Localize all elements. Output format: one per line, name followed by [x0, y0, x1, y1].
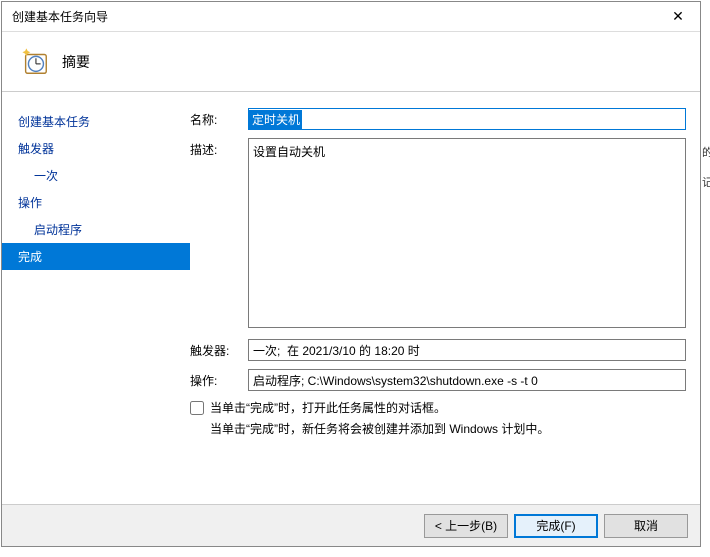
wizard-body: 创建基本任务 触发器 一次 操作 启动程序 完成 名称: 定时关机 描述:: [2, 93, 700, 504]
clock-sparkle-icon: [20, 47, 50, 77]
row-desc: 描述:: [190, 138, 686, 331]
wizard-sidebar: 创建基本任务 触发器 一次 操作 启动程序 完成: [2, 93, 190, 504]
desc-textarea[interactable]: [248, 138, 686, 328]
finish-button[interactable]: 完成(F): [514, 514, 598, 538]
back-button[interactable]: < 上一步(B): [424, 514, 508, 538]
titlebar: 创建基本任务向导 ✕: [2, 2, 700, 32]
sidebar-item-create[interactable]: 创建基本任务: [16, 108, 190, 135]
open-properties-checkbox[interactable]: [190, 401, 204, 415]
action-value: [248, 369, 686, 391]
background-fragment: 的 记: [702, 92, 710, 192]
trigger-value: [248, 339, 686, 361]
close-icon[interactable]: ✕: [664, 8, 692, 25]
window-title: 创建基本任务向导: [12, 8, 108, 25]
label-name: 名称:: [190, 108, 248, 130]
row-name: 名称: 定时关机: [190, 108, 686, 130]
sidebar-item-once[interactable]: 一次: [16, 162, 190, 189]
info-text: 当单击“完成”时，新任务将会被创建并添加到 Windows 计划中。: [210, 420, 686, 437]
sidebar-item-finish[interactable]: 完成: [2, 243, 190, 270]
wizard-window: 创建基本任务向导 ✕ 摘要 创建基本任务 触发器 一次 操作 启动程序 完成 名…: [1, 1, 701, 547]
label-action: 操作:: [190, 369, 248, 391]
row-trigger: 触发器:: [190, 339, 686, 361]
row-action: 操作:: [190, 369, 686, 391]
sidebar-item-action[interactable]: 操作: [16, 189, 190, 216]
row-openprops: 当单击“完成”时，打开此任务属性的对话框。: [190, 399, 686, 416]
cancel-button[interactable]: 取消: [604, 514, 688, 538]
open-properties-label: 当单击“完成”时，打开此任务属性的对话框。: [210, 399, 446, 416]
wizard-content: 名称: 定时关机 描述: 触发器: 操作:: [190, 93, 700, 504]
name-input[interactable]: [248, 108, 686, 130]
label-desc: 描述:: [190, 138, 248, 331]
wizard-header: 摘要: [2, 32, 700, 92]
label-trigger: 触发器:: [190, 339, 248, 361]
sidebar-item-trigger[interactable]: 触发器: [16, 135, 190, 162]
page-title: 摘要: [62, 52, 90, 72]
wizard-footer: < 上一步(B) 完成(F) 取消: [2, 504, 700, 546]
sidebar-item-startprog[interactable]: 启动程序: [16, 216, 190, 243]
